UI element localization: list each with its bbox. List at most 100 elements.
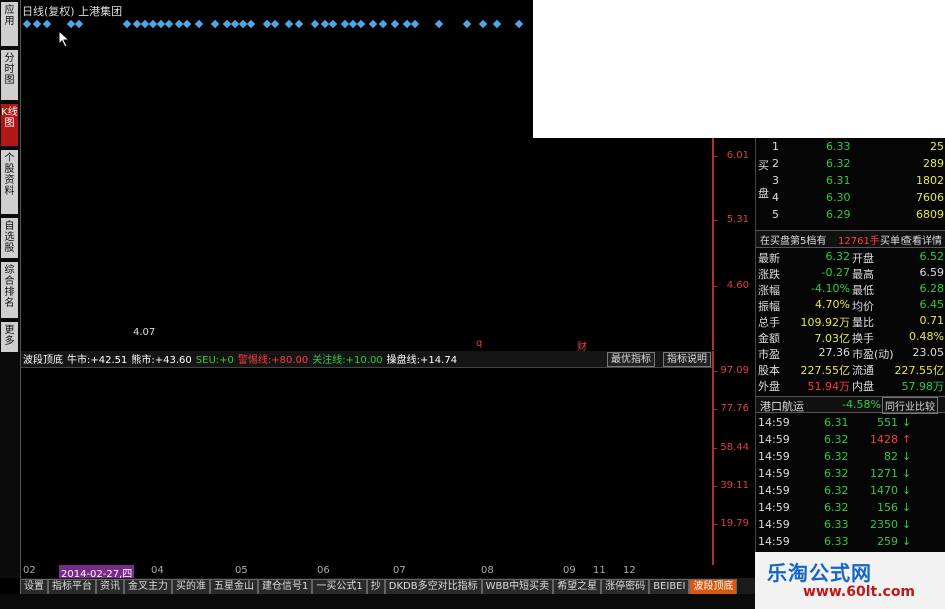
date-tick-label: 02 <box>23 565 36 576</box>
signal-diamond <box>74 19 84 29</box>
signal-diamond <box>246 19 256 29</box>
view-detail-button[interactable]: 查看详情 <box>902 232 942 247</box>
trade-volume: 82 <box>884 450 898 463</box>
side-tab-2[interactable]: K线图 <box>1 104 18 146</box>
indicator-tick-label: 58.44 <box>720 442 749 453</box>
price-tick-label: 6.01 <box>726 150 749 161</box>
site-watermark: 乐淘公式网 www.60lt.com <box>755 552 945 609</box>
indicator-item-value: +43.60 <box>154 355 192 366</box>
signal-diamond <box>378 19 388 29</box>
order-volume: 7606 <box>916 191 944 204</box>
watermark-title: 乐淘公式网 <box>767 561 872 585</box>
date-tick-label: 04 <box>151 565 164 576</box>
formula-tab-9[interactable]: DKDB多空对比指标 <box>384 579 482 594</box>
indicator-item-value: +14.74 <box>420 355 458 366</box>
indicator-item-value: +10.00 <box>345 355 383 366</box>
order-book-row[interactable]: 4 6.30 7606 <box>756 191 945 204</box>
side-tab-3[interactable]: 个股资料 <box>1 150 18 214</box>
trade-time: 14:59 <box>758 450 790 463</box>
trade-volume: 2350 <box>870 518 898 531</box>
signal-diamond <box>164 19 174 29</box>
quote-key: 市盈(动) <box>852 348 894 361</box>
quote-key: 开盘 <box>852 252 874 265</box>
best-indicator-button[interactable]: 最优指标 <box>607 352 655 367</box>
order-book-row[interactable]: 3 6.31 1802 <box>756 174 945 187</box>
formula-tab-10[interactable]: WBB中短买卖 <box>481 579 554 594</box>
formula-tab-3[interactable]: 金叉主力 <box>124 579 172 594</box>
signal-diamond <box>194 19 204 29</box>
formula-tab-4[interactable]: 买的准 <box>172 579 210 594</box>
side-tab-5[interactable]: 综合排名 <box>1 262 18 318</box>
trade-volume: 1271 <box>870 467 898 480</box>
quote-key: 均价 <box>852 300 874 313</box>
date-tick-label: 12 <box>623 565 636 576</box>
trade-price: 6.32 <box>824 450 849 463</box>
formula-tab-6[interactable]: 建仓信号1 <box>258 579 313 594</box>
date-tick-label: 06 <box>317 565 330 576</box>
sector-name: 港口航运 <box>760 400 804 413</box>
down-arrow-icon: ↓ <box>902 484 912 497</box>
quote-value: 23.05 <box>912 346 945 359</box>
side-tab-0[interactable]: 应用 <box>1 2 18 46</box>
trade-price: 6.31 <box>824 416 849 429</box>
signal-diamond <box>390 19 400 29</box>
indicator-tick <box>713 448 717 449</box>
blank-region <box>533 0 945 138</box>
indicator-help-button[interactable]: 指标说明 <box>663 352 711 367</box>
quote-value: 57.98万 <box>901 380 945 393</box>
quote-value: 109.92万 <box>800 316 851 329</box>
side-tab-4[interactable]: 自选股 <box>1 218 18 258</box>
trade-volume: 259 <box>877 535 898 548</box>
formula-tab-14[interactable]: 波段顶底 <box>689 579 738 594</box>
formula-tab-5[interactable]: 五星金山 <box>210 579 258 594</box>
formula-tab-11[interactable]: 希望之星 <box>553 579 602 594</box>
indicator-tick <box>713 409 717 410</box>
order-volume: 289 <box>923 157 944 170</box>
quote-row: 最新 6.32 开盘 6.52 <box>756 250 945 265</box>
trade-time: 14:59 <box>758 535 790 548</box>
order-book-row[interactable]: 2 6.32 289 <box>756 157 945 170</box>
sector-row: 港口航运 -4.58% 同行业比较 <box>756 396 945 414</box>
quote-key: 最低 <box>852 284 874 297</box>
date-tick-label: 05 <box>235 565 248 576</box>
quote-value: 6.28 <box>919 282 945 295</box>
up-arrow-icon: ↑ <box>902 433 912 446</box>
price-chart-pane[interactable]: 4.07 q 财 <box>21 138 713 353</box>
indicator-chart-pane[interactable] <box>21 367 713 566</box>
formula-tab-13[interactable]: BEIBEI <box>649 579 690 594</box>
price-tick-label: 5.31 <box>726 214 749 225</box>
order-level: 2 <box>772 157 779 170</box>
signal-diamond <box>42 19 52 29</box>
order-book-row[interactable]: 1 6.33 25 <box>756 140 945 153</box>
formula-tab-2[interactable]: 资讯 <box>96 579 124 594</box>
q-marker: q <box>476 338 483 349</box>
indicator-name[interactable]: 波段顶底 <box>23 355 63 366</box>
formula-tab-1[interactable]: 指标平台 <box>48 579 96 594</box>
trade-time: 14:59 <box>758 433 790 446</box>
quote-key: 股本 <box>758 364 780 377</box>
order-price: 6.31 <box>826 174 851 187</box>
formula-tab-7[interactable]: 一买公式1 <box>312 579 367 594</box>
quote-panel: 买盘 1 6.33 25 2 6.32 289 3 6.31 1802 4 6.30 7606 5 6.29… <box>755 138 945 578</box>
indicator-item-label: 熊市: <box>131 355 155 366</box>
side-tab-1[interactable]: 分时图 <box>1 50 18 100</box>
side-tab-6[interactable]: 更多 <box>1 322 18 352</box>
period-label[interactable]: 日线(复权) <box>22 5 75 18</box>
order-level: 3 <box>772 174 779 187</box>
industry-compare-button[interactable]: 同行业比较 <box>882 397 938 414</box>
axis-edge <box>713 138 714 350</box>
quote-value: -0.27 <box>821 266 850 279</box>
order-book-row[interactable]: 5 6.29 6809 <box>756 208 945 221</box>
formula-tab-0[interactable]: 设置 <box>20 579 48 594</box>
quote-key: 振幅 <box>758 300 780 313</box>
signal-diamond <box>182 19 192 29</box>
date-tick-label: 11 <box>593 565 606 576</box>
formula-tab-12[interactable]: 涨停密码 <box>601 579 650 594</box>
quote-value: 227.55亿 <box>800 364 851 377</box>
formula-tab-8[interactable]: 抄 <box>366 579 385 594</box>
quote-value: 6.45 <box>919 298 945 311</box>
quote-row: 涨幅 -4.10% 最低 6.28 <box>756 282 945 297</box>
formula-tab-bar: 设置 指标平台 资讯 金叉主力 买的准 五星金山 建仓信号1 一买公式1 抄 DKDB多空对比指标… <box>20 578 755 594</box>
indicator-tick-label: 97.09 <box>720 365 749 376</box>
trade-price: 6.32 <box>824 484 849 497</box>
